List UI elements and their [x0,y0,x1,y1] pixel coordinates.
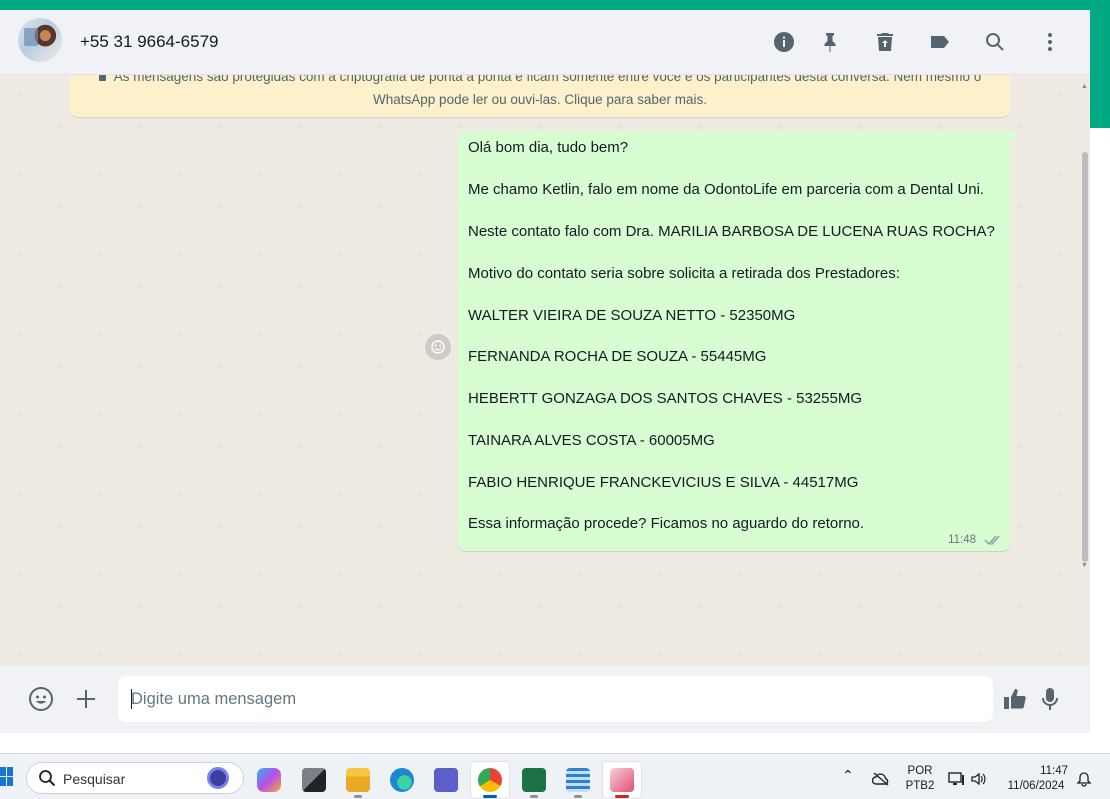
contact-avatar[interactable] [18,18,62,62]
running-indicator [574,795,582,798]
window-top-accent [0,0,1110,10]
input-language[interactable]: POR PTB2 [903,764,937,794]
message-line: FABIO HENRIQUE FRANCKEVICIUS E SILVA - 4… [468,474,859,491]
taskbar-app-snipping-tool[interactable] [603,762,641,798]
clock-time: 11:47 [1040,765,1068,777]
search-icon [39,770,56,787]
window-right-accent [1090,10,1110,128]
message-line: Olá bom dia, tudo bem? [468,139,629,156]
label-icon[interactable] [926,28,954,56]
message-line: TAINARA ALVES COSTA - 60005MG [468,432,715,449]
taskbar-app-excel[interactable] [515,762,553,798]
language-code: POR [907,765,933,777]
message-time: 11:48 [948,534,976,546]
microphone-icon[interactable] [1035,684,1065,714]
message-line: Essa informação procede? Ficamos no agua… [468,515,865,532]
notification-bell-icon[interactable] [1075,771,1093,787]
copilot-icon [257,768,281,792]
delete-icon[interactable] [871,28,899,56]
emoji-icon[interactable] [26,684,56,714]
thumbs-up-icon[interactable] [1000,684,1030,714]
scroll-up-arrow[interactable]: ▲ [1081,83,1088,90]
windows-start-icon[interactable] [0,767,14,787]
clock-date: 11/06/2024 [1007,780,1065,792]
taskbar-search-label: Pesquisar [63,771,126,787]
running-indicator [615,795,629,798]
volume-icon[interactable] [970,771,988,787]
windows-taskbar: Pesquisar ⌃ POR PTB2 11:47 11/06/2024 [0,753,1110,799]
running-indicator [530,795,538,798]
excel-icon [522,768,546,792]
react-emoji-icon[interactable] [425,334,451,360]
message-list[interactable]: As mensagens são protegidas com a cripto… [0,65,1090,665]
task-view-icon [302,768,326,792]
taskbar-app-taskview[interactable] [295,762,333,798]
whatsapp-conversation: +55 31 9664-6579 As mensagens são proteg… [0,10,1090,733]
contact-name[interactable]: +55 31 9664-6579 [80,32,219,52]
keyboard-layout: PTB2 [905,780,935,792]
teams-icon [434,768,458,792]
pin-icon[interactable] [816,28,844,56]
search-highlight-icon[interactable] [207,767,229,789]
delivered-ticks-icon [984,533,1002,547]
taskbar-app-chrome[interactable] [471,762,509,798]
cloud-offline-icon[interactable] [872,771,890,787]
menu-icon[interactable] [1036,28,1064,56]
clock[interactable]: 11:47 11/06/2024 [1000,764,1072,794]
edge-icon [390,768,414,792]
taskbar-app-copilot[interactable] [250,762,288,798]
message-line: WALTER VIEIRA DE SOUZA NETTO - 52350MG [468,307,796,324]
scrollbar-thumb[interactable] [1082,152,1088,562]
snipping-tool-icon [610,768,634,792]
taskbar-app-notepad[interactable] [559,762,597,798]
taskbar-search[interactable]: Pesquisar [26,762,244,794]
message-line: FERNANDA ROCHA DE SOUZA - 55445MG [468,348,767,365]
network-icon[interactable] [948,771,966,787]
scroll-down-arrow[interactable]: ▼ [1081,562,1088,569]
running-indicator [354,795,362,798]
taskbar-app-teams[interactable] [427,762,465,798]
attach-plus-icon[interactable] [71,684,101,714]
message-line: Neste contato falo com Dra. MARILIA BARB… [468,223,995,240]
show-hidden-icons-chevron[interactable]: ⌃ [842,768,854,783]
message-line: Me chamo Ketlin, falo em nome da OdontoL… [468,181,985,198]
conversation-header: +55 31 9664-6579 [0,10,1090,75]
message-line: Motivo do contato seria sobre solicita a… [468,265,900,282]
search-icon[interactable] [981,28,1009,56]
window-right-gutter [1090,128,1110,753]
chrome-icon [478,768,502,792]
taskbar-app-edge[interactable] [383,762,421,798]
outgoing-message[interactable]: Olá bom dia, tudo bem? Me chamo Ketlin, … [458,131,1018,551]
running-indicator [483,795,497,798]
encryption-notice-line2: WhatsApp pode ler ou ouvi-las. Clique pa… [373,92,707,107]
message-line: HEBERTT GONZAGA DOS SANTOS CHAVES - 5325… [468,390,862,407]
info-icon[interactable] [770,28,798,56]
taskbar-app-explorer[interactable] [339,762,377,798]
compose-bar [0,665,1090,733]
notepad-icon [566,768,590,792]
text-caret [131,689,132,709]
message-input[interactable] [118,676,993,722]
folder-icon [346,768,370,792]
